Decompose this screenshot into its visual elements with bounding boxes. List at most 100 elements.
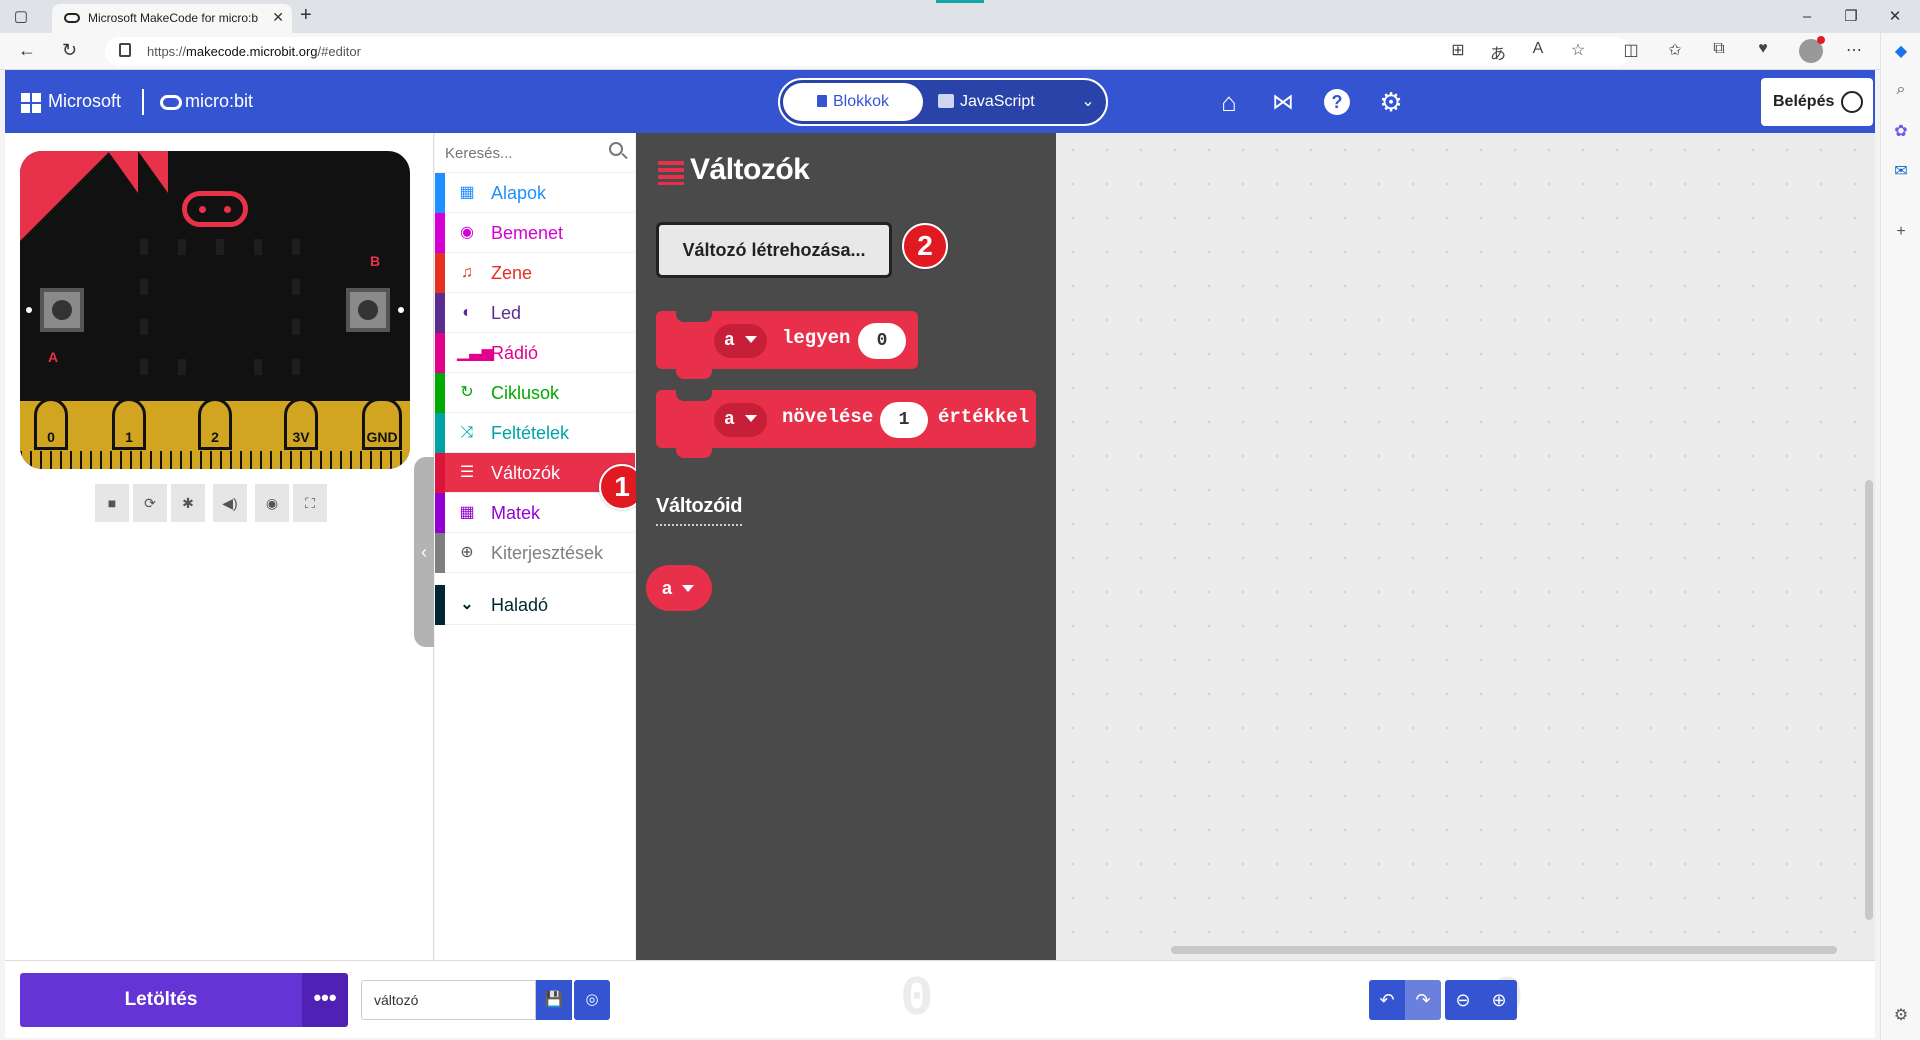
make-variable-button[interactable]: Változó létrehozása... bbox=[656, 222, 892, 278]
chevron-down-icon[interactable]: ⌄ bbox=[1073, 83, 1103, 121]
category-alapok[interactable]: ▦ Alapok bbox=[435, 173, 635, 213]
value-input[interactable]: 1 bbox=[880, 402, 928, 438]
button-b[interactable] bbox=[346, 288, 390, 332]
restore-icon[interactable]: ❐ bbox=[1840, 6, 1862, 28]
set-variable-block[interactable]: a legyen 0 bbox=[656, 310, 918, 379]
button-a[interactable] bbox=[40, 288, 84, 332]
pin-gnd[interactable]: GND bbox=[362, 398, 402, 450]
collapse-simulator-handle[interactable]: ‹ bbox=[414, 457, 434, 647]
microbit-simulator[interactable]: A B 0 1 2 3V GND bbox=[20, 151, 410, 469]
led[interactable] bbox=[140, 239, 148, 255]
value-input[interactable]: 0 bbox=[858, 323, 906, 359]
address-bar[interactable]: https://makecode.microbit.org/#editor bbox=[105, 37, 1630, 66]
workspace-horizontal-scrollbar[interactable] bbox=[1171, 946, 1837, 954]
headphones-icon: ♫ bbox=[461, 264, 473, 281]
category-ciklusok[interactable]: ↻ Ciklusok bbox=[435, 373, 635, 413]
pin-2[interactable]: 2 bbox=[198, 398, 232, 450]
workspace-vertical-scrollbar[interactable] bbox=[1865, 480, 1873, 920]
download-button[interactable]: Letöltés bbox=[20, 973, 302, 1027]
favorite-star-icon[interactable]: ☆ bbox=[1567, 40, 1589, 60]
close-tab-icon[interactable]: ✕ bbox=[272, 9, 284, 26]
category-bemenet[interactable]: ◉ Bemenet bbox=[435, 213, 635, 253]
led[interactable] bbox=[178, 239, 186, 255]
collections-icon[interactable]: ⧉ bbox=[1708, 40, 1730, 58]
led[interactable] bbox=[216, 239, 224, 255]
led[interactable] bbox=[292, 279, 300, 295]
search-input[interactable] bbox=[445, 140, 595, 166]
outlook-icon[interactable]: ✉ bbox=[1891, 161, 1911, 181]
screenshot-icon[interactable]: ◉ bbox=[255, 484, 289, 522]
product-name[interactable]: micro:bit bbox=[185, 91, 253, 112]
minimize-icon[interactable]: – bbox=[1796, 6, 1818, 28]
javascript-mode-button[interactable]: JavaScript bbox=[938, 83, 1058, 121]
blocks-workspace[interactable] bbox=[1056, 133, 1875, 960]
project-name-input[interactable] bbox=[361, 980, 536, 1020]
category-led[interactable]: ◐ Led bbox=[435, 293, 635, 333]
led[interactable] bbox=[254, 359, 262, 375]
sidebar-settings-icon[interactable]: ⚙ bbox=[1891, 1005, 1911, 1025]
favorites-icon[interactable]: ✩ bbox=[1664, 40, 1686, 60]
flyout-title: Változók bbox=[690, 153, 810, 186]
connector-ticks bbox=[20, 451, 410, 469]
category-kiterjesztesek[interactable]: ⊕ Kiterjesztések bbox=[435, 533, 635, 573]
office-icon[interactable]: ✿ bbox=[1891, 121, 1911, 141]
gear-icon[interactable]: ⚙ bbox=[1375, 86, 1407, 118]
back-icon[interactable]: ← bbox=[18, 40, 36, 61]
search-icon[interactable] bbox=[609, 142, 623, 156]
brand-name[interactable]: Microsoft bbox=[48, 91, 121, 112]
home-icon[interactable]: ⌂ bbox=[1213, 86, 1245, 118]
category-feltetelek[interactable]: ⤨ Feltételek bbox=[435, 413, 635, 453]
search-sidebar-icon[interactable]: ⌕ bbox=[1891, 81, 1911, 101]
add-sidebar-icon[interactable]: + bbox=[1891, 223, 1911, 243]
pin-3v[interactable]: 3V bbox=[284, 398, 318, 450]
help-icon[interactable]: ? bbox=[1324, 89, 1350, 115]
close-window-icon[interactable]: ✕ bbox=[1884, 6, 1906, 28]
login-button[interactable]: Belépés bbox=[1761, 78, 1873, 126]
undo-icon[interactable]: ↶ bbox=[1369, 980, 1405, 1020]
variable-reporter[interactable]: a bbox=[646, 565, 712, 611]
led[interactable] bbox=[292, 239, 300, 255]
variable-dropdown[interactable]: a bbox=[714, 403, 767, 437]
category-zene[interactable]: ♫ Zene bbox=[435, 253, 635, 293]
category-radio[interactable]: ▁▃▅ Rádió bbox=[435, 333, 635, 373]
read-aloud-icon[interactable]: A bbox=[1527, 40, 1549, 58]
led[interactable] bbox=[178, 359, 186, 375]
translate-icon[interactable]: あ bbox=[1487, 40, 1509, 64]
app-available-icon[interactable]: ⊞ bbox=[1447, 40, 1469, 60]
copilot-icon[interactable]: ◆ bbox=[1891, 41, 1911, 61]
fullscreen-icon[interactable]: ⛶ bbox=[293, 484, 327, 522]
save-icon[interactable]: 💾 bbox=[536, 980, 572, 1020]
zoom-in-icon[interactable]: ⊕ bbox=[1481, 980, 1517, 1020]
category-halado[interactable]: ⌄ Haladó bbox=[435, 585, 635, 625]
variable-dropdown[interactable]: a bbox=[714, 324, 767, 358]
tab-actions-icon[interactable]: ▢ bbox=[10, 6, 32, 28]
led[interactable] bbox=[140, 319, 148, 335]
debug-icon[interactable]: ✱ bbox=[171, 484, 205, 522]
change-variable-block[interactable]: a növelése 1 értékkel bbox=[656, 389, 1036, 458]
blocks-mode-button[interactable]: Blokkok bbox=[783, 83, 923, 121]
redo-icon[interactable]: ↷ bbox=[1405, 980, 1441, 1020]
pin-0[interactable]: 0 bbox=[34, 398, 68, 450]
led[interactable] bbox=[140, 279, 148, 295]
download-more-button[interactable]: ••• bbox=[302, 973, 348, 1027]
stop-icon[interactable]: ■ bbox=[95, 484, 129, 522]
refresh-icon[interactable]: ↻ bbox=[62, 40, 77, 61]
new-tab-icon[interactable]: + bbox=[300, 4, 312, 27]
browser-essentials-icon[interactable]: ♥ bbox=[1752, 40, 1774, 58]
browser-tab[interactable]: Microsoft MakeCode for micro:bit ✕ bbox=[52, 4, 292, 33]
share-icon[interactable]: ⋈ bbox=[1267, 86, 1299, 118]
split-screen-icon[interactable]: ◫ bbox=[1620, 40, 1642, 60]
github-icon[interactable]: ◎ bbox=[574, 980, 610, 1020]
sound-icon[interactable]: ◀) bbox=[213, 484, 247, 522]
settings-more-icon[interactable]: ⋯ bbox=[1843, 40, 1865, 60]
led[interactable] bbox=[292, 319, 300, 335]
led[interactable] bbox=[292, 359, 300, 375]
zoom-out-icon[interactable]: ⊖ bbox=[1445, 980, 1481, 1020]
restart-icon[interactable]: ⟳ bbox=[133, 484, 167, 522]
toolbox-search bbox=[435, 133, 635, 173]
led[interactable] bbox=[254, 239, 262, 255]
pin-1[interactable]: 1 bbox=[112, 398, 146, 450]
led[interactable] bbox=[140, 359, 148, 375]
calculator-icon: ▦ bbox=[459, 504, 475, 521]
microbit-logo-icon[interactable] bbox=[182, 191, 248, 227]
